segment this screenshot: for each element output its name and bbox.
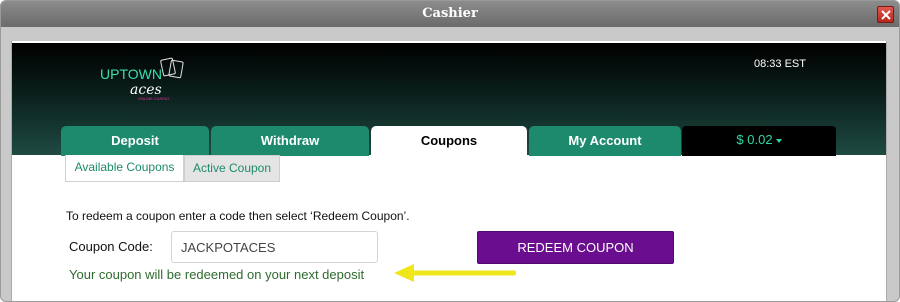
svg-text:UPTOWN: UPTOWN xyxy=(100,66,162,82)
balance-amount: $ 0.02 xyxy=(736,132,773,147)
cashier-content: UPTOWN aces ONLINE CASINO 08:33 EST Depo… xyxy=(11,41,887,301)
server-clock: 08:33 EST xyxy=(754,58,806,70)
casino-header: UPTOWN aces ONLINE CASINO 08:33 EST Depo… xyxy=(12,43,886,158)
subtab-available-coupons[interactable]: Available Coupons xyxy=(65,155,184,182)
close-button[interactable] xyxy=(877,6,894,23)
title-bar: Cashier xyxy=(1,1,899,27)
tab-my-account[interactable]: My Account xyxy=(529,126,681,156)
redeem-message: Your coupon will be redeemed on your nex… xyxy=(69,267,365,282)
close-icon xyxy=(881,10,891,20)
cashier-window: Cashier UPTOWN aces ONLINE CASINO 08:33 … xyxy=(0,0,900,302)
coupon-code-input[interactable] xyxy=(171,231,378,263)
uptown-aces-logo: UPTOWN aces ONLINE CASINO xyxy=(100,57,184,101)
yellow-arrow-annotation xyxy=(394,264,516,282)
coupon-code-label: Coupon Code: xyxy=(69,239,153,254)
balance-dropdown[interactable]: $ 0.02 xyxy=(682,126,836,156)
redeem-instructions: To redeem a coupon enter a code then sel… xyxy=(66,209,410,223)
tab-coupons[interactable]: Coupons xyxy=(371,126,527,158)
window-title: Cashier xyxy=(422,6,478,21)
redeem-coupon-button[interactable]: REDEEM COUPON xyxy=(477,231,674,264)
caret-down-icon xyxy=(775,138,782,143)
svg-text:ONLINE CASINO: ONLINE CASINO xyxy=(138,96,169,101)
tab-withdraw[interactable]: Withdraw xyxy=(211,126,369,156)
tab-deposit[interactable]: Deposit xyxy=(61,126,209,156)
subtab-active-coupon[interactable]: Active Coupon xyxy=(184,155,280,182)
